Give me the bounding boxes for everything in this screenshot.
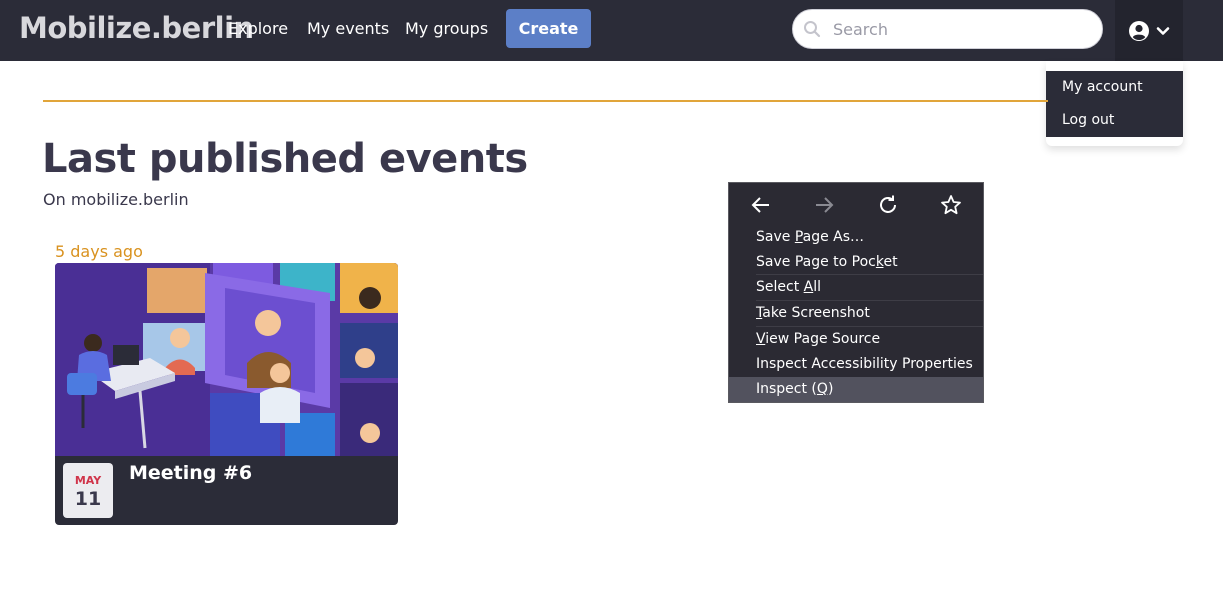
search-box [792,9,1103,49]
event-title[interactable]: Meeting #6 [129,462,252,484]
site-logo[interactable]: Mobilize.berlin [19,11,254,45]
top-navbar: Mobilize.berlin Explore My events My gro… [0,0,1223,61]
my-account-item[interactable]: My account [1062,79,1143,95]
inspect-accessibility-item[interactable]: Inspect Accessibility Properties [729,352,983,377]
view-page-source-item[interactable]: View Page Source [729,327,983,352]
event-card[interactable]: MAY 11 Meeting #6 [55,263,398,525]
event-date-badge: MAY 11 [63,463,113,518]
nav-my-events[interactable]: My events [307,19,389,38]
take-screenshot-item[interactable]: Take Screenshot [729,301,983,326]
save-page-as-item[interactable]: Save Page As… [729,225,983,250]
section-divider [43,100,1048,102]
browser-context-menu: Save Page As… Save Page to Pocket Select… [728,182,984,403]
event-day: 11 [74,488,102,510]
bookmark-star-icon[interactable] [939,193,963,217]
reload-icon[interactable] [876,193,900,217]
page-title: Last published events [42,136,528,182]
account-menu-toggle[interactable] [1115,0,1183,61]
search-input[interactable] [833,10,1093,48]
chevron-down-icon [1156,26,1170,35]
forward-arrow-icon[interactable] [812,193,836,217]
back-arrow-icon[interactable] [749,193,773,217]
account-dropdown-list: My account Log out [1046,71,1183,137]
save-page-to-pocket-item[interactable]: Save Page to Pocket [729,250,983,275]
inspect-item[interactable]: Inspect (Q) [729,377,983,402]
select-all-item[interactable]: Select All [729,275,983,300]
create-button[interactable]: Create [506,9,591,48]
page-subtitle: On mobilize.berlin [43,190,189,209]
event-image [55,263,398,456]
nav-my-groups[interactable]: My groups [405,19,488,38]
search-icon [804,21,821,38]
account-dropdown: My account Log out [1046,61,1183,146]
event-time-ago: 5 days ago [55,242,143,261]
log-out-item[interactable]: Log out [1062,112,1114,128]
nav-explore[interactable]: Explore [228,19,288,38]
user-circle-icon [1129,20,1149,41]
event-month: MAY [74,474,102,487]
